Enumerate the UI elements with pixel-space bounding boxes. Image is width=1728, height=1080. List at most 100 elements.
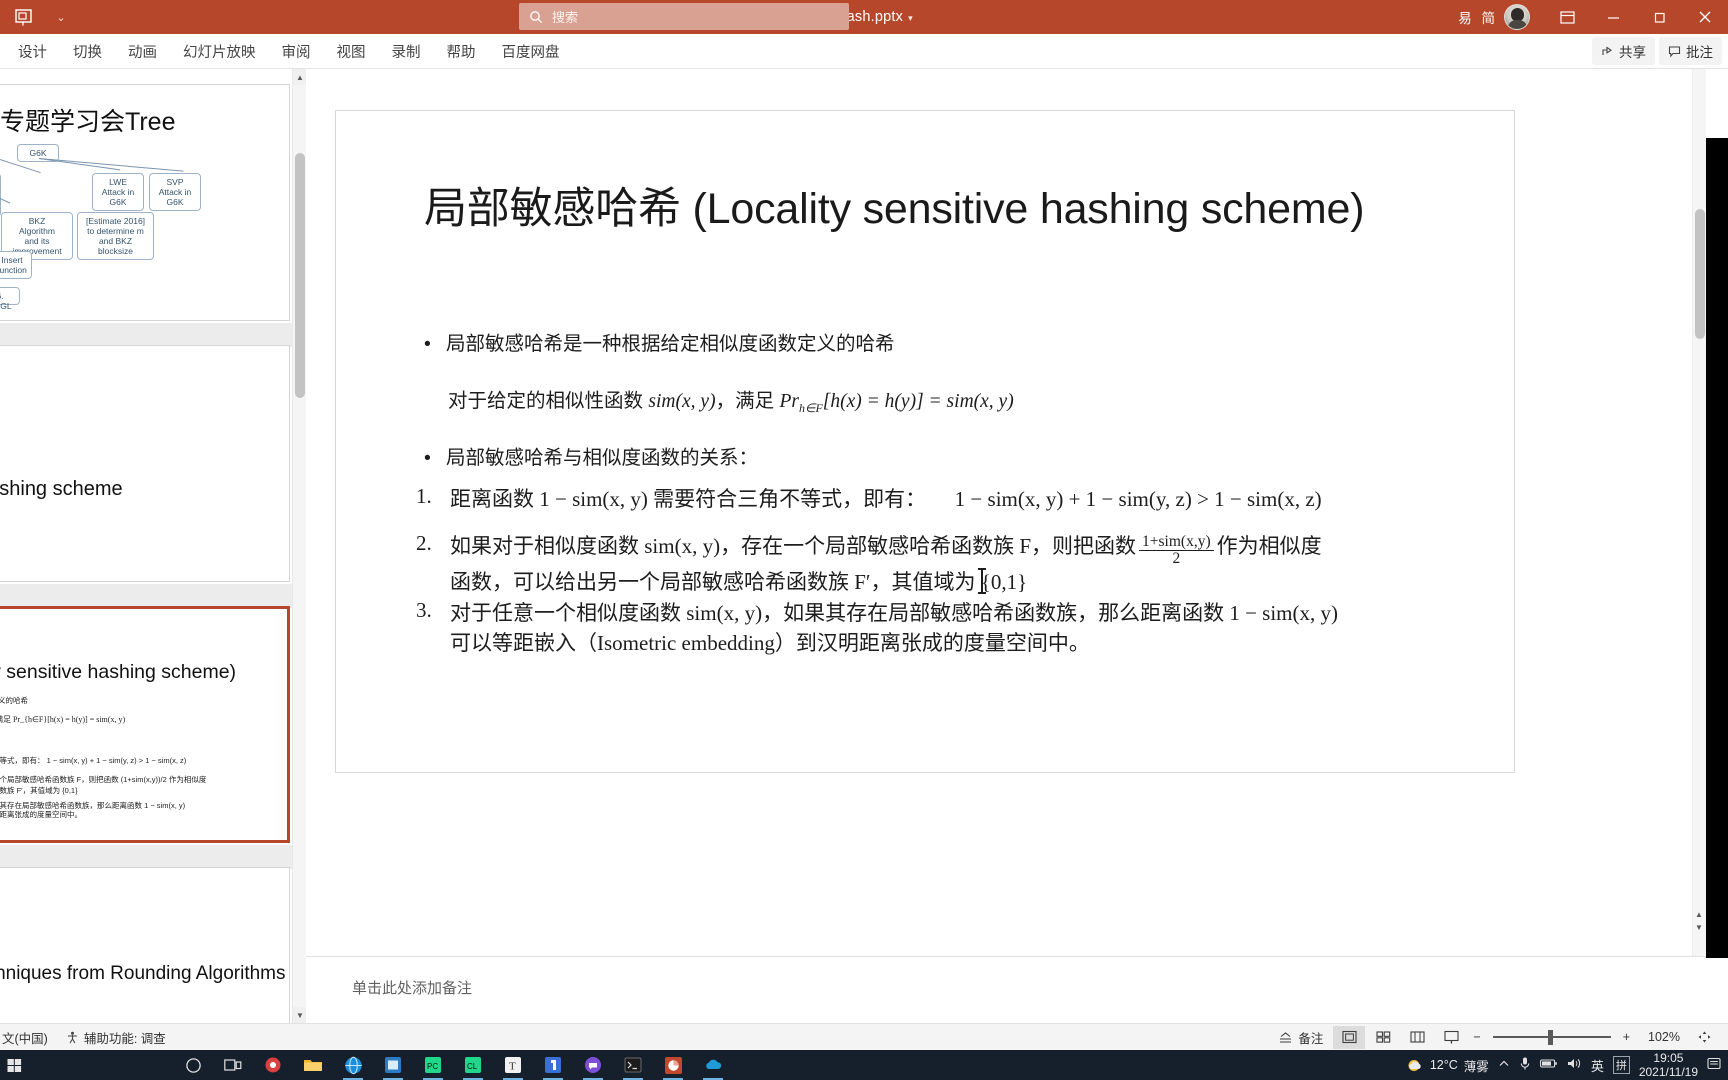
numbered-item-2-text-c: 作为相似度 [1216,534,1322,558]
view-sorter-button[interactable] [1367,1026,1399,1049]
scroll-down-icon[interactable]: ▼ [1695,923,1703,932]
zoom-slider-handle[interactable] [1547,1029,1553,1045]
comment-icon [1668,45,1681,57]
taskbar-chat-app-button[interactable] [574,1050,612,1080]
accessibility-status[interactable]: 辅助功能: 调查 [66,1028,166,1047]
thumbnail-slide-3[interactable]: lity sensitive hashing scheme) 敏定义的哈希 满足… [0,606,290,843]
clock[interactable]: 19:05 2021/11/19 [1639,1051,1698,1079]
thumbnail-slide-4[interactable]: echniques from Rounding Algorithms [0,867,290,1023]
thumbnail-slide-1[interactable]: 专题学习会Tree G6K LWE Attack in G6K SVP Atta… [0,84,290,321]
thumbnail-scroll-down-icon[interactable]: ▼ [293,1007,306,1023]
powerpoint-app-icon[interactable] [0,0,46,34]
thumbnail-scroll-handle[interactable] [295,153,305,398]
taskbar-onedrive-button[interactable] [694,1050,732,1080]
editor-scroll-arrows[interactable]: ▲ ▼ [1692,910,1706,932]
start-button[interactable] [0,1050,28,1080]
microphone-button[interactable] [1519,1056,1531,1074]
numbered-item-3-line-1: 对于任意一个相似度函数 sim(x, y)，如果其存在局部敏感哈希函数族，那么距… [450,601,1338,625]
taskbar-file-explorer-button[interactable] [294,1050,332,1080]
current-slide[interactable]: 局部敏感哈希 (Locality sensitive hashing schem… [335,110,1515,773]
comments-button[interactable]: 批注 [1659,37,1722,65]
show-hidden-icons-button[interactable] [1498,1058,1510,1073]
quick-access-toolbar-caret[interactable]: ⌄ [46,0,76,34]
thumbnail-slide-1-title: 专题学习会Tree [0,108,176,136]
tab-transitions[interactable]: 切换 [60,34,115,69]
view-slideshow-button[interactable] [1435,1026,1467,1049]
file-explorer-icon [304,1060,322,1071]
taskbar-editor-button[interactable] [534,1050,572,1080]
share-button[interactable]: 共享 [1592,37,1655,65]
notes-toggle-button[interactable]: 备注 [1270,1025,1331,1050]
clock-date: 2021/11/19 [1638,1065,1698,1079]
document-title-caret[interactable]: ▾ [908,13,913,23]
view-normal-button[interactable] [1333,1025,1366,1049]
thumbnail-scrollbar[interactable]: ▲ ▼ [292,69,306,1023]
notes-pane[interactable]: 单击此处添加备注 [306,956,1728,1023]
user-name[interactable]: 易 简 [1458,7,1498,27]
thumbnail-scroll-up-icon[interactable]: ▲ [293,69,306,85]
slide-bullet-1[interactable]: • 局部敏感哈希是一种根据给定相似度函数定义的哈希 [424,327,895,356]
taskbar-terminal-button[interactable] [614,1050,652,1080]
ime-language-indicator[interactable]: 英 [1591,1056,1604,1075]
avatar[interactable] [1504,4,1530,30]
taskbar-clion-button[interactable]: CL [454,1050,492,1080]
numbered-item-1[interactable]: 1. 距离函数 1 − sim(x, y) 需要符合三角不等式，即有： 1 − … [416,484,1322,514]
zoom-level[interactable]: 102% [1636,1030,1680,1044]
taskbar-search-button[interactable] [174,1050,212,1080]
notes-placeholder: 单击此处添加备注 [352,980,473,997]
tab-view[interactable]: 视图 [324,34,379,69]
minimize-button[interactable] [1590,0,1636,34]
editor-scrollbar[interactable] [1692,69,1706,956]
tab-animations[interactable]: 动画 [115,34,170,69]
tab-record[interactable]: 录制 [379,34,434,69]
view-reading-button[interactable] [1401,1026,1433,1049]
tab-help[interactable]: 帮助 [434,34,489,69]
maximize-button[interactable] [1636,0,1682,34]
notification-button[interactable] [1707,1057,1722,1074]
editor-scroll-handle[interactable] [1695,209,1705,339]
zoom-out-button[interactable]: − [1473,1030,1480,1044]
thumbnail-slide-2[interactable]: hashing scheme [0,345,290,582]
taskbar-texstudio-button[interactable]: T [494,1050,532,1080]
formula-pr-subscript: h∈F [798,400,823,415]
slide-formula-line[interactable]: 对于给定的相似性函数 sim(x, y)，满足 Prh∈F[h(x) = h(y… [448,384,1014,416]
tree-node-estimate: [Estimate 2016] to determine m and BKZ b… [77,212,154,260]
accessibility-icon [67,1031,77,1043]
slide-title[interactable]: 局部敏感哈希 (Locality sensitive hashing schem… [424,174,1434,236]
ime-mode-indicator[interactable]: 拼 [1612,1056,1630,1074]
scroll-up-icon[interactable]: ▲ [1695,910,1703,919]
taskbar-powerpoint-button[interactable] [654,1050,692,1080]
taskbar-recorder-button[interactable] [254,1050,292,1080]
ribbon-display-options-button[interactable] [1544,0,1590,34]
close-button[interactable] [1682,0,1728,34]
taskbar-pycharm-button[interactable]: PC [414,1050,452,1080]
slide-thumbnail-pane: 专题学习会Tree G6K LWE Attack in G6K SVP Atta… [0,69,306,1023]
slide-bullet-2[interactable]: • 局部敏感哈希与相似度函数的关系： [424,441,758,470]
taskbar-browser-button[interactable] [334,1050,372,1080]
numbered-item-3[interactable]: 3. 对于任意一个相似度函数 sim(x, y)，如果其存在局部敏感哈希函数族，… [416,598,1338,658]
search-box[interactable]: 搜索 [519,3,849,30]
partly-cloudy-icon [1408,1059,1421,1071]
numbered-item-2[interactable]: 2. 如果对于相似度函数 sim(x, y)，存在一个局部敏感哈希函数族 F，则… [416,531,1322,597]
notification-icon [1707,1057,1721,1069]
battery-button[interactable] [1539,1058,1558,1072]
tab-review[interactable]: 审阅 [269,34,324,69]
fit-to-window-button[interactable] [1688,1026,1720,1049]
tab-design[interactable]: 设计 [5,34,60,69]
language-status[interactable]: 文(中国) [2,1028,48,1047]
thumbnail-separator-2 [0,584,306,608]
volume-button[interactable] [1567,1057,1582,1073]
zoom-in-button[interactable]: + [1623,1030,1630,1044]
weather-widget[interactable]: 12°C 薄雾 [1407,1056,1489,1075]
terminal-icon [624,1057,642,1073]
fraction-numerator: 1+sim(x,y) [1142,532,1211,550]
fraction: 1+sim(x,y) 2 [1139,532,1214,568]
taskbar-task-view-button[interactable] [214,1050,252,1080]
numbered-item-1-text-a: 距离函数 1 − sim(x, y) 需要符合三角不等式，即有： [450,487,927,511]
zoom-slider[interactable] [1492,1027,1611,1047]
tab-baidu-netdisk[interactable]: 百度网盘 [489,34,573,69]
thumbnail-slide-3-title: lity sensitive hashing scheme) [0,661,237,683]
formula-pr: Pr [779,391,799,412]
taskbar-window-app-button[interactable] [374,1050,412,1080]
tab-slideshow[interactable]: 幻灯片放映 [170,34,269,69]
